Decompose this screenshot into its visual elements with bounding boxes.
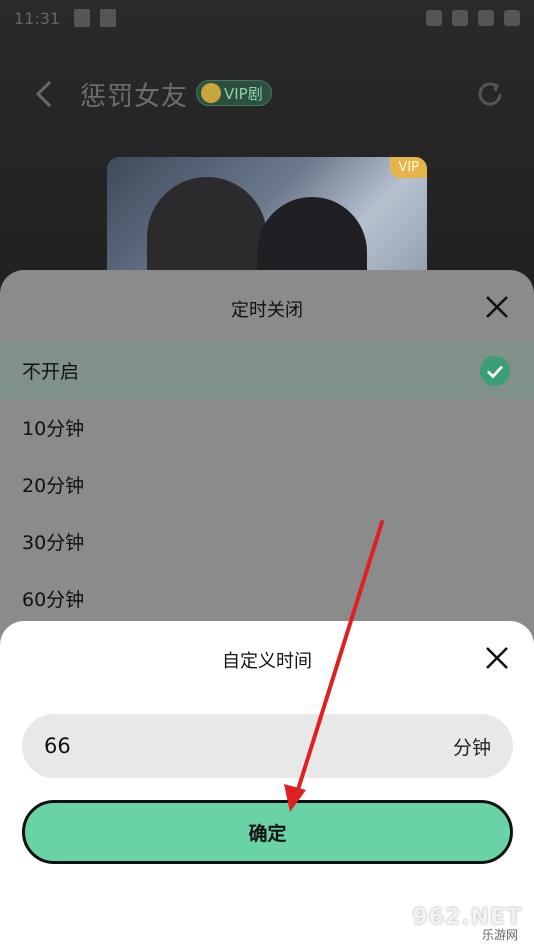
check-circle-icon — [480, 356, 510, 386]
watermark-subtext: 乐游网 — [481, 928, 518, 942]
timer-option-10min[interactable]: 10分钟 — [0, 399, 534, 456]
status-icons — [426, 10, 520, 26]
confirm-button[interactable]: 确定 — [22, 800, 513, 864]
page-title: 惩罚女友 — [80, 82, 189, 112]
vibrate-icon — [426, 10, 442, 26]
close-icon[interactable] — [484, 294, 510, 320]
status-bar: 11:31 — [0, 0, 534, 36]
timer-option-label: 30分钟 — [22, 532, 85, 554]
vip-badge-label: VIP剧 — [224, 84, 263, 103]
custom-time-field: 分钟 — [22, 714, 513, 778]
custom-time-input[interactable] — [44, 734, 453, 758]
close-icon[interactable] — [484, 645, 510, 671]
timer-option-30min[interactable]: 30分钟 — [0, 513, 534, 570]
timer-option-label: 20分钟 — [22, 475, 85, 497]
top-bar: 惩罚女友 VIP剧 — [0, 70, 534, 118]
watermark-logo: 962.NET 乐游网 — [402, 903, 528, 943]
timer-option-off[interactable]: 不开启 — [0, 342, 534, 399]
wifi-icon — [452, 10, 468, 26]
time-unit-label: 分钟 — [452, 736, 491, 759]
vip-badge: VIP剧 — [196, 80, 272, 106]
timer-options-list: 不开启 10分钟 20分钟 30分钟 60分钟 — [0, 342, 534, 627]
notification-icon — [74, 9, 91, 27]
status-time: 11:31 — [14, 8, 61, 28]
notification-icon-2 — [100, 9, 117, 27]
timer-option-20min[interactable]: 20分钟 — [0, 456, 534, 513]
timer-option-label: 10分钟 — [22, 418, 85, 440]
cover-vip-tag: VIP — [390, 157, 427, 178]
timer-option-60min[interactable]: 60分钟 — [0, 570, 534, 627]
timer-option-label: 不开启 — [22, 361, 80, 383]
timer-sheet-title: 定时关闭 — [231, 300, 303, 321]
back-arrow-icon[interactable] — [30, 76, 58, 112]
signal-icon — [478, 10, 494, 26]
diamond-icon — [201, 83, 221, 103]
custom-time-title: 自定义时间 — [222, 651, 312, 672]
custom-time-sheet: 自定义时间 分钟 确定 — [0, 621, 534, 949]
refresh-icon[interactable] — [474, 78, 506, 110]
timer-sheet-header: 定时关闭 — [0, 270, 534, 342]
timer-option-label: 60分钟 — [22, 589, 85, 611]
battery-icon — [504, 10, 520, 26]
